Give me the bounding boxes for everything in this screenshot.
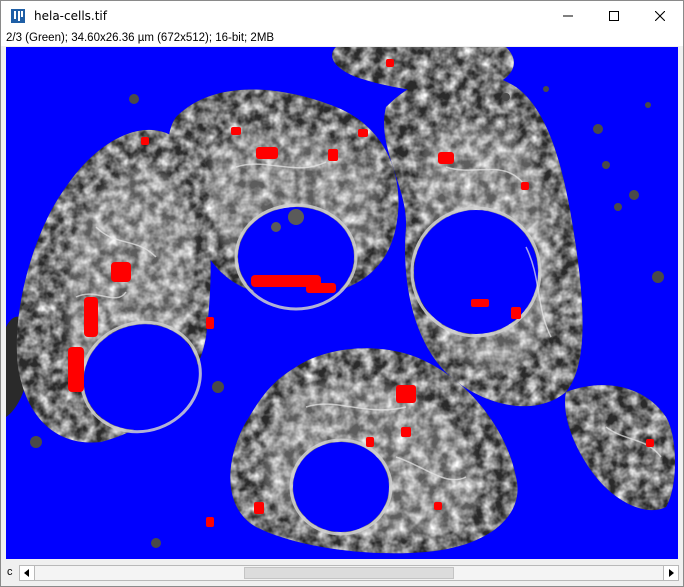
arrow-right-icon bbox=[669, 569, 674, 577]
slider-thumb[interactable] bbox=[244, 567, 454, 579]
close-icon bbox=[655, 11, 665, 21]
minimize-button[interactable] bbox=[545, 1, 591, 31]
minimize-icon bbox=[563, 15, 573, 17]
slider-right-button[interactable] bbox=[663, 565, 679, 581]
window-title: hela-cells.tif bbox=[34, 9, 107, 23]
image-canvas[interactable] bbox=[6, 47, 678, 559]
title-bar[interactable]: hela-cells.tif bbox=[1, 1, 683, 31]
imagej-icon bbox=[11, 9, 25, 23]
slider-left-button[interactable] bbox=[19, 565, 35, 581]
slider-track[interactable] bbox=[35, 565, 663, 581]
channel-slider-bar: c bbox=[1, 562, 683, 586]
image-info-bar: 2/3 (Green); 34.60x26.36 µm (672x512); 1… bbox=[1, 31, 683, 46]
close-button[interactable] bbox=[637, 1, 683, 31]
arrow-left-icon bbox=[24, 569, 29, 577]
maximize-button[interactable] bbox=[591, 1, 637, 31]
channel-label: c bbox=[7, 566, 13, 578]
maximize-icon bbox=[609, 11, 619, 21]
fluorescence-image bbox=[6, 47, 678, 559]
image-window: hela-cells.tif 2/3 (Green); 34.60x26.36 … bbox=[0, 0, 684, 587]
